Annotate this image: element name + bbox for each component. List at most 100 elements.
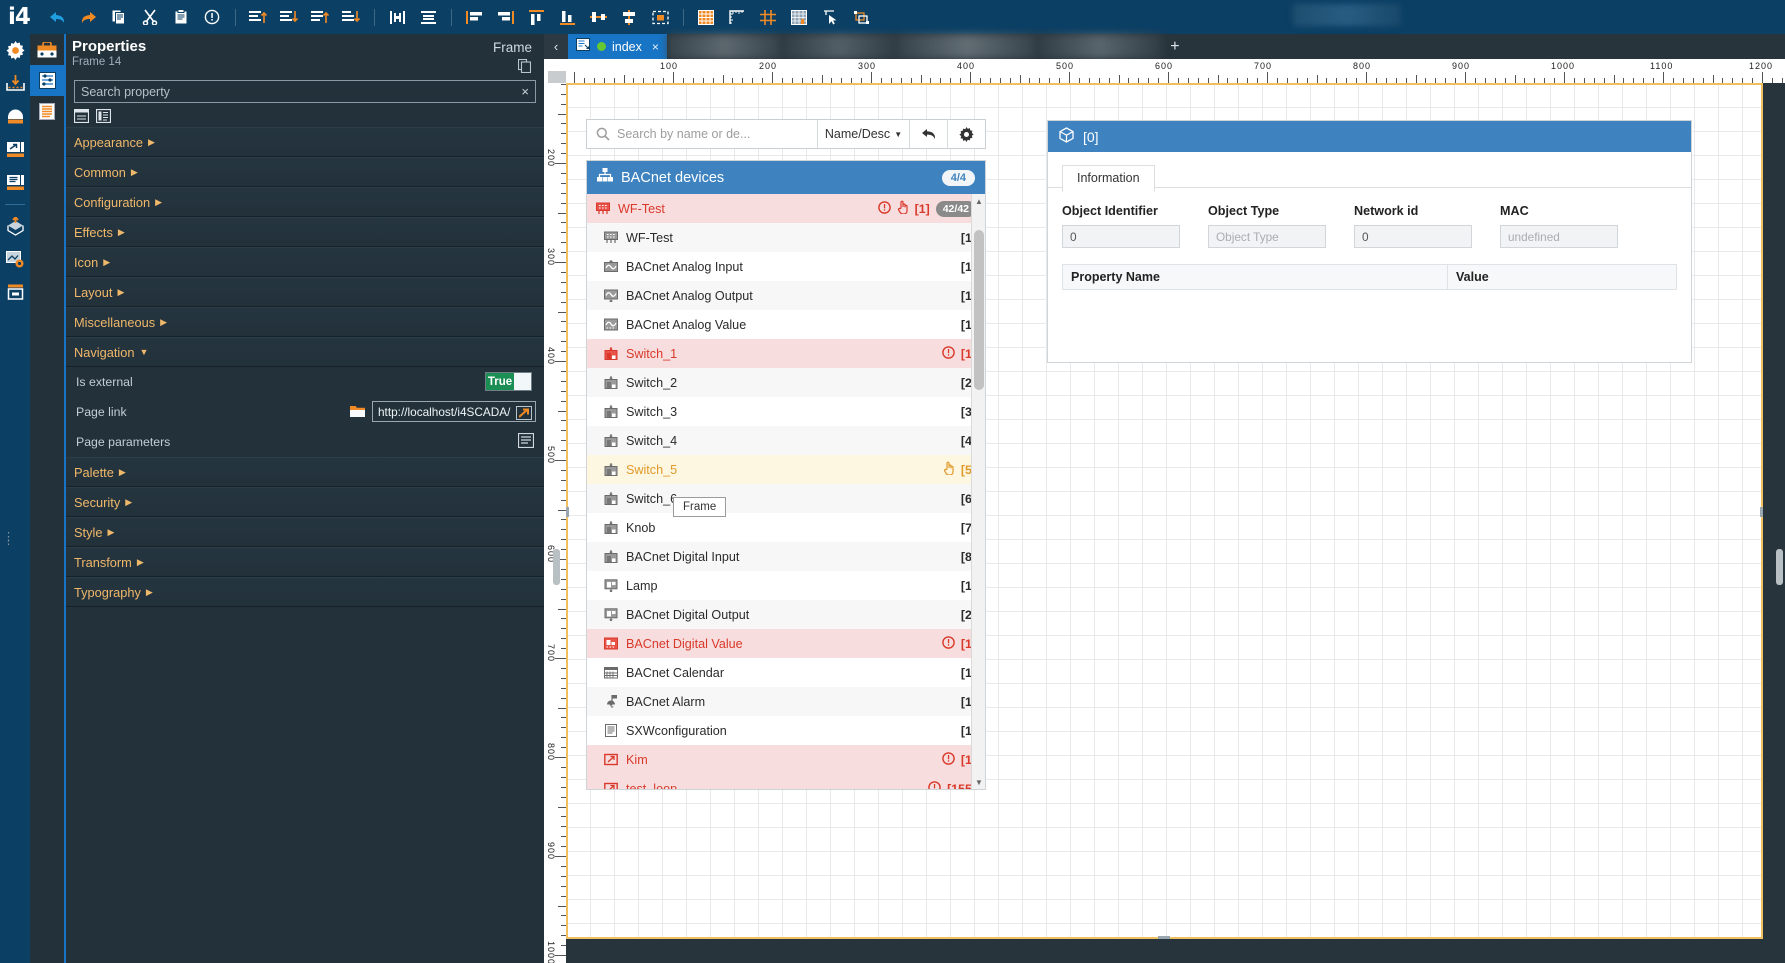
tab-information[interactable]: Information: [1062, 165, 1155, 192]
grid-lock-icon[interactable]: [786, 4, 813, 30]
device-list-item[interactable]: Switch_3 [3]: [587, 397, 985, 426]
design-canvas[interactable]: Name/Desc ▼ BACnet devices 4/4 WF-Test[1…: [566, 83, 1763, 939]
sidebar-item-structure[interactable]: [30, 96, 64, 127]
search-input[interactable]: [617, 127, 817, 141]
send-backward-icon[interactable]: [338, 4, 365, 30]
property-category-security[interactable]: Security ▶: [66, 487, 544, 517]
copy-icon[interactable]: [106, 4, 133, 30]
undo-icon[interactable]: [44, 4, 71, 30]
field-input[interactable]: [1062, 225, 1180, 248]
add-tab-button[interactable]: +: [1162, 34, 1188, 59]
is-external-toggle[interactable]: True: [485, 372, 532, 391]
device-list-item[interactable]: BACnet Calendar [1]: [587, 658, 985, 687]
alert-icon[interactable]: [942, 751, 955, 768]
deploy-icon[interactable]: [0, 210, 30, 243]
device-list-item[interactable]: Switch_4 [4]: [587, 426, 985, 455]
scroll-up-icon[interactable]: ▲: [972, 194, 985, 208]
frame-resize-handle-left[interactable]: [566, 507, 569, 517]
frame-resize-handle-right[interactable]: [1760, 507, 1763, 517]
tab-scroll-left-button[interactable]: ‹: [544, 34, 568, 59]
device-list-item[interactable]: BACnet Digital Value [1]: [587, 629, 985, 658]
ruler-icon[interactable]: [724, 4, 751, 30]
property-category-appearance[interactable]: Appearance ▶: [66, 127, 544, 157]
cut-icon[interactable]: [137, 4, 164, 30]
bring-forward-icon[interactable]: [307, 4, 334, 30]
tab-index[interactable]: index ×: [568, 34, 667, 59]
device-list-item[interactable]: BACnet Digital Output [2]: [587, 600, 985, 629]
canvas-scrollbar-right[interactable]: [1776, 549, 1783, 585]
device-list-item[interactable]: BACnet Alarm [1]: [587, 687, 985, 716]
search-property-field[interactable]: ×: [74, 80, 536, 103]
snap-grid-icon[interactable]: [755, 4, 782, 30]
import-icon[interactable]: [0, 67, 30, 100]
field-input[interactable]: [1500, 225, 1618, 248]
page-link-input[interactable]: [372, 401, 536, 422]
copy-icon[interactable]: [517, 58, 532, 78]
field-input[interactable]: [1208, 225, 1326, 248]
redacted-tab[interactable]: [1036, 34, 1162, 59]
select-all-icon[interactable]: [647, 4, 674, 30]
settings-icon[interactable]: [0, 34, 30, 67]
send-to-back-icon[interactable]: [276, 4, 303, 30]
archive-icon[interactable]: [0, 100, 30, 133]
device-list-item[interactable]: Switch_6 [6]: [587, 484, 985, 513]
device-list-item[interactable]: Switch_1 [1]: [587, 339, 985, 368]
toggle-knob[interactable]: [514, 373, 531, 390]
device-list-item[interactable]: BACnet Analog Output [1]: [587, 281, 985, 310]
hand-pointer-icon[interactable]: [943, 461, 955, 478]
device-list-item[interactable]: BACnet Digital Input [8]: [587, 542, 985, 571]
property-category-style[interactable]: Style ▶: [66, 517, 544, 547]
info-icon[interactable]: [199, 4, 226, 30]
alert-icon[interactable]: [928, 780, 941, 789]
device-list-item[interactable]: Kim [1]: [587, 745, 985, 774]
device-list-item[interactable]: BACnet Analog Value [1]: [587, 310, 985, 339]
grouped-view-icon[interactable]: [73, 108, 90, 124]
scroll-down-icon[interactable]: ▼: [972, 775, 985, 789]
close-icon[interactable]: ×: [652, 40, 659, 54]
align-top-icon[interactable]: [523, 4, 550, 30]
alert-icon[interactable]: [942, 635, 955, 652]
device-list-item[interactable]: Switch_2 [2]: [587, 368, 985, 397]
align-bottom-icon[interactable]: [554, 4, 581, 30]
sort-dropdown[interactable]: Name/Desc ▼: [817, 120, 909, 148]
clear-icon[interactable]: ×: [515, 84, 535, 99]
scrollbar-thumb[interactable]: [974, 230, 984, 390]
bring-to-front-icon[interactable]: [245, 4, 272, 30]
hand-pointer-icon[interactable]: [897, 200, 909, 217]
sidebar-item-properties[interactable]: [30, 65, 64, 96]
box-icon[interactable]: [0, 276, 30, 309]
group-icon[interactable]: [848, 4, 875, 30]
settings-button[interactable]: [947, 120, 985, 148]
paste-icon[interactable]: [168, 4, 195, 30]
property-category-transform[interactable]: Transform ▶: [66, 547, 544, 577]
refresh-button[interactable]: [909, 120, 947, 148]
redacted-tab[interactable]: [666, 34, 782, 59]
distribute-vertical-icon[interactable]: [616, 4, 643, 30]
align-right-icon[interactable]: [492, 4, 519, 30]
device-list-item[interactable]: SXWconfiguration [1]: [587, 716, 985, 745]
property-category-common[interactable]: Common ▶: [66, 157, 544, 187]
device-list-item[interactable]: Lamp [1]: [587, 571, 985, 600]
grid-icon[interactable]: [693, 4, 720, 30]
redacted-tab[interactable]: [781, 34, 897, 59]
align-left-icon[interactable]: [461, 4, 488, 30]
panel-drag-dots[interactable]: ⋮ ⋮: [3, 532, 14, 547]
property-category-miscellaneous[interactable]: Miscellaneous ▶: [66, 307, 544, 337]
canvas-scrollbar-left[interactable]: [553, 549, 560, 585]
search-input[interactable]: [75, 84, 516, 99]
device-list-item[interactable]: Switch_5 [5]: [587, 455, 985, 484]
bacnet-search-field[interactable]: [587, 120, 817, 148]
sidebar-item-toolbox[interactable]: [30, 34, 64, 65]
property-category-configuration[interactable]: Configuration ▶: [66, 187, 544, 217]
device-list-item[interactable]: test_loop [155]: [587, 774, 985, 789]
frame-resize-handle-bottom[interactable]: [1158, 936, 1170, 939]
property-category-navigation[interactable]: Navigation ▼: [66, 337, 544, 367]
device-list-item[interactable]: BACnet Analog Input [1]: [587, 252, 985, 281]
bacnet-scrollbar[interactable]: ▲ ▼: [971, 194, 985, 789]
device-list-item[interactable]: WF-Test [1]: [587, 223, 985, 252]
device-list-item[interactable]: WF-Test [1] 42/42: [587, 194, 985, 223]
folder-icon[interactable]: [350, 405, 365, 418]
export-icon[interactable]: [0, 133, 30, 166]
list-icon[interactable]: [0, 166, 30, 199]
redo-icon[interactable]: [75, 4, 102, 30]
